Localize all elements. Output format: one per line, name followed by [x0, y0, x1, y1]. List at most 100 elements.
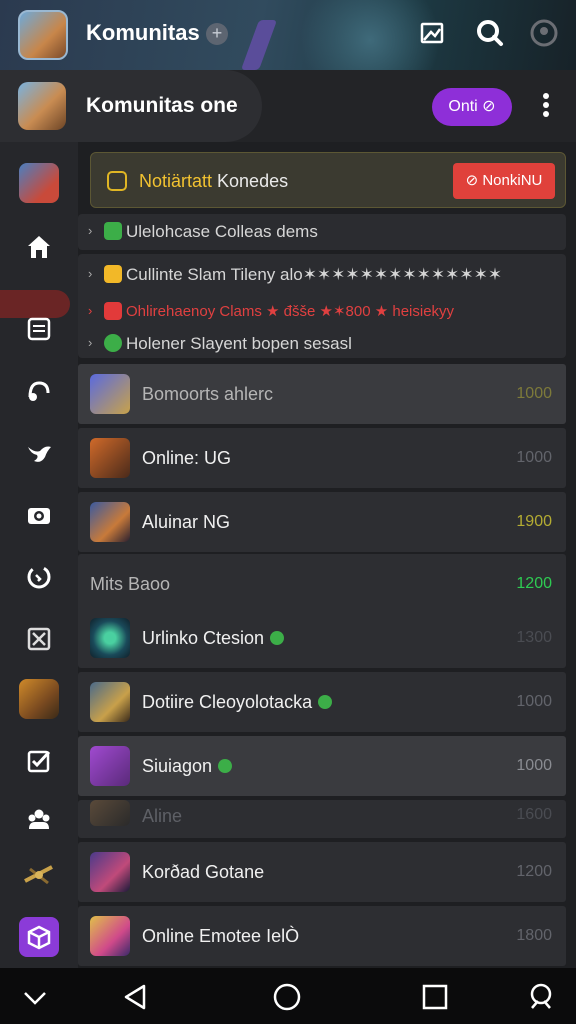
item-count: 1900: [516, 513, 552, 530]
category-label: Holener Slayent bopen sesasl: [126, 334, 352, 353]
list-item[interactable]: Siuiagon 1000: [78, 736, 566, 796]
home-circle-icon[interactable]: [272, 982, 302, 1012]
top-app-bar: Komunitas +: [0, 0, 576, 70]
sidebar-item-tools[interactable]: [18, 618, 60, 660]
item-name: Urlinko Ctesion: [142, 628, 285, 649]
item-name: Siuiagon: [142, 756, 233, 777]
add-icon[interactable]: +: [206, 23, 228, 45]
item-thumbnail: [90, 374, 130, 414]
item-thumbnail: [90, 746, 130, 786]
sidebar-item-game[interactable]: [18, 162, 60, 204]
sidebar-item-activity[interactable]: [18, 556, 60, 598]
list-item[interactable]: Urlinko Ctesion 1300: [78, 608, 566, 668]
item-thumbnail: [90, 618, 130, 658]
item-thumbnail: [90, 682, 130, 722]
app-title: Komunitas: [86, 20, 200, 45]
category-row[interactable]: › Ulelohcase Colleas dems: [78, 214, 566, 250]
category-icon: [104, 334, 122, 352]
verified-icon: [318, 695, 333, 709]
sidebar-item-character[interactable]: [18, 678, 60, 720]
list-item[interactable]: Dotiire Cleoyolotacka 1000: [78, 672, 566, 732]
image-icon[interactable]: [416, 17, 448, 49]
item-count: 1200: [516, 575, 552, 592]
sidebar-item-posts[interactable]: [18, 308, 60, 350]
item-name-text: Siuiagon: [142, 756, 213, 776]
notification-banner: Notiärtatt Konedes ⊘ NonkiNU: [90, 152, 566, 208]
category-label: Ohlirehaenoy Clams ★ đšše ★✶800 ★ heisie…: [126, 303, 455, 320]
crossbow-icon: [24, 865, 53, 885]
community-avatar: [18, 82, 66, 130]
search-icon[interactable]: [474, 17, 506, 49]
category-row[interactable]: › Ohlirehaenoy Clams ★ đšše ★✶800 ★ heis…: [78, 294, 566, 330]
headset-icon: [28, 381, 50, 401]
list-item[interactable]: Bomoorts ahlerc 1000: [78, 364, 566, 424]
list-item[interactable]: Aluinar NG 1900: [78, 492, 566, 552]
activity-icon: [27, 565, 51, 589]
list-item[interactable]: Online Emotee IelÒ 1800: [78, 906, 566, 966]
list-item[interactable]: Online: UG 1000: [78, 428, 566, 488]
community-title: Komunitas one: [86, 94, 238, 117]
chevron-right-icon: ›: [88, 223, 93, 238]
character-avatar: [19, 679, 59, 719]
sidebar-item-camera[interactable]: [18, 494, 60, 536]
notification-action-button[interactable]: ⊘ NonkiNU: [453, 163, 555, 199]
camera-icon: [28, 508, 50, 524]
item-count: 1800: [516, 927, 552, 944]
list-item[interactable]: Mits Baoo 1200: [78, 554, 566, 614]
sidebar-item-social[interactable]: [18, 432, 60, 474]
chevron-down-icon[interactable]: [20, 982, 50, 1012]
profile-icon[interactable]: [528, 17, 560, 49]
more-options-icon[interactable]: [532, 90, 560, 124]
item-count: 1300: [516, 629, 552, 646]
category-row[interactable]: › Holener Slayent bopen sesasl: [78, 326, 566, 362]
sidebar-item-tasks[interactable]: [18, 740, 60, 782]
chevron-right-icon: ›: [88, 303, 93, 318]
recents-icon[interactable]: [420, 982, 450, 1012]
banner-decoration: [240, 20, 278, 70]
item-name-text: Urlinko Ctesion: [142, 628, 265, 648]
app-avatar[interactable]: [18, 10, 68, 60]
item-thumbnail: [90, 502, 130, 542]
item-count: 1000: [516, 693, 552, 710]
bird-icon: [28, 446, 51, 462]
assistant-icon[interactable]: [526, 982, 556, 1012]
main-content: Notiärtatt Konedes ⊘ NonkiNU › Ulelohcas…: [78, 142, 576, 968]
community-header: Komunitas one Onti ⊘: [0, 70, 576, 142]
item-name: Korðad Gotane: [142, 862, 265, 882]
sidebar-item-voice[interactable]: [18, 370, 60, 412]
category-row[interactable]: › Cullinte Slam Tileny alo✶✶✶✶✶✶✶✶✶✶✶✶✶✶: [78, 257, 566, 293]
sidebar: [0, 142, 78, 968]
members-icon: [28, 809, 50, 829]
sidebar-item-weapons[interactable]: [18, 854, 60, 896]
system-navigation-bar: [0, 968, 576, 1024]
back-icon[interactable]: [120, 982, 150, 1012]
item-name: Online: UG: [142, 448, 232, 468]
item-name: Aline: [142, 806, 183, 826]
list-item[interactable]: Aline 1600: [78, 800, 566, 838]
item-thumbnail: [90, 438, 130, 478]
list-item[interactable]: Korðad Gotane 1200: [78, 842, 566, 902]
item-name: Bomoorts ahlerc: [142, 384, 274, 404]
online-button[interactable]: Onti ⊘: [432, 88, 512, 126]
notification-highlight: Notiärtatt: [139, 171, 213, 191]
chevron-right-icon: ›: [88, 335, 93, 350]
item-name: Aluinar NG: [142, 512, 231, 532]
category-icon: [104, 302, 122, 320]
item-name: Dotiire Cleoyolotacka: [142, 692, 333, 713]
sidebar-item-gallery[interactable]: [18, 916, 60, 958]
item-count: 1000: [516, 449, 552, 466]
item-name: Online Emotee IelÒ: [142, 926, 300, 946]
item-count: 1600: [516, 806, 552, 823]
category-label: Ulelohcase Colleas dems: [126, 222, 318, 241]
chevron-right-icon: ›: [88, 266, 93, 281]
item-thumbnail: [90, 800, 130, 826]
sidebar-item-home[interactable]: [18, 226, 60, 268]
category-label: Cullinte Slam Tileny alo✶✶✶✶✶✶✶✶✶✶✶✶✶✶: [126, 265, 503, 284]
notification-body: Konedes: [212, 171, 289, 191]
sidebar-item-members[interactable]: [18, 798, 60, 840]
item-count: 1000: [516, 385, 552, 402]
cube-icon: [19, 917, 59, 957]
category-icon: [104, 222, 122, 240]
verified-icon: [270, 631, 285, 645]
item-name-text: Dotiire Cleoyolotacka: [142, 692, 313, 712]
